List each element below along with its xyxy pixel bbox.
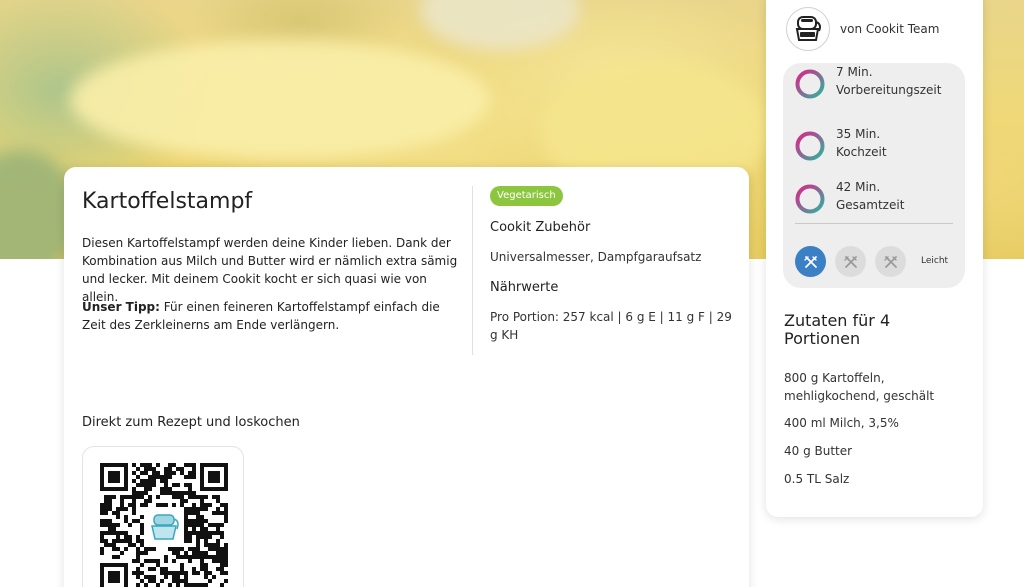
time-ring-icon	[795, 131, 825, 161]
author-avatar[interactable]	[786, 7, 830, 51]
nutrition-text: Pro Portion: 257 kcal | 6 g E | 11 g F |…	[490, 310, 732, 342]
time-ring-icon	[795, 69, 825, 99]
fork-knife-icon	[883, 255, 897, 268]
fork-knife-icon	[803, 255, 817, 268]
ingredient-item: 40 g Butter	[784, 444, 853, 458]
recipe-sidebar: von Cookit Team 7 Min. Vorbereitungszeit…	[766, 0, 983, 517]
author-name[interactable]: von Cookit Team	[840, 22, 939, 36]
difficulty-indicator-3	[875, 246, 906, 277]
qr-finder-pattern	[100, 563, 128, 587]
total-time-value: 42 Min.	[836, 180, 881, 194]
difficulty-indicator-1	[795, 246, 826, 277]
prep-time-value: 7 Min.	[836, 65, 873, 79]
prep-time-label: Vorbereitungszeit	[836, 83, 942, 97]
recipe-title: Kartoffelstampf	[82, 189, 253, 214]
cook-time: 35 Min. Kochzeit	[795, 125, 955, 165]
difficulty-label: Leicht	[921, 256, 949, 266]
tip-label: Unser Tipp:	[82, 300, 160, 314]
ingredient-item: 400 ml Milch, 3,5%	[784, 416, 899, 430]
qr-code-card[interactable]	[82, 446, 244, 587]
times-panel: 7 Min. Vorbereitungszeit 35 Min. Kochzei…	[783, 63, 965, 288]
cook-time-label: Kochzeit	[836, 145, 887, 159]
times-divider	[795, 223, 953, 224]
qr-code[interactable]	[100, 463, 228, 587]
recipe-description: Diesen Kartoffelstampf werden deine Kind…	[82, 236, 458, 304]
difficulty-indicator-2	[835, 246, 866, 277]
ingredient-item: 800 g Kartoffeln, mehligkochend, geschäl…	[784, 371, 935, 403]
prep-time: 7 Min. Vorbereitungszeit	[795, 63, 955, 103]
cookit-machine-icon	[795, 16, 821, 41]
cookit-machine-icon	[144, 507, 184, 547]
ingredients-heading: Zutaten für 4 Portionen	[784, 311, 891, 348]
hero-highlight	[70, 40, 490, 160]
cook-time-value: 35 Min.	[836, 127, 881, 141]
accessories-heading: Cookit Zubehör	[490, 220, 591, 235]
qr-finder-pattern	[100, 463, 128, 491]
direct-heading: Direkt zum Rezept und loskochen	[82, 415, 300, 430]
qr-finder-pattern	[200, 463, 228, 491]
recipe-tip: Unser Tipp: Für einen feineren Kartoffel…	[82, 298, 462, 334]
vegetarian-badge: Vegetarisch	[490, 186, 563, 206]
nutrition-heading: Nährwerte	[490, 280, 559, 295]
hero-highlight	[420, 0, 580, 50]
total-time: 42 Min. Gesamtzeit	[795, 178, 955, 218]
total-time-label: Gesamtzeit	[836, 198, 905, 212]
accessories-text: Universalmesser, Dampfgaraufsatz	[490, 250, 702, 264]
time-ring-icon	[795, 184, 825, 214]
recipe-card: Kartoffelstampf Diesen Kartoffelstampf w…	[64, 167, 749, 587]
fork-knife-icon	[843, 255, 857, 268]
ingredient-item: 0.5 TL Salz	[784, 472, 850, 486]
column-divider	[472, 186, 473, 355]
